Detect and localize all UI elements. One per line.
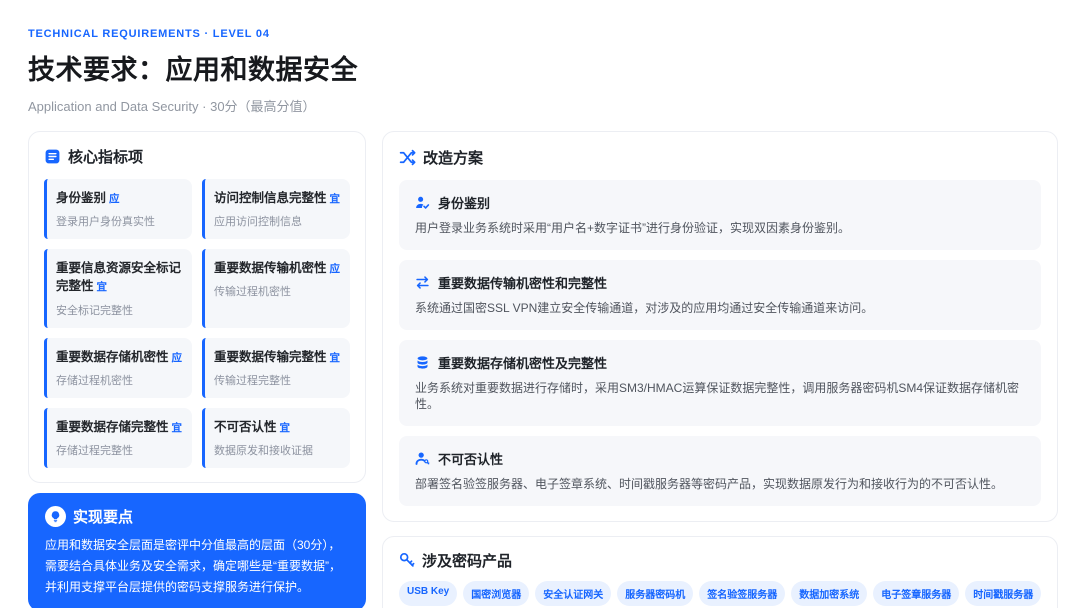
indicator-item: 重要信息资源安全标记完整性宜 安全标记完整性 bbox=[44, 249, 192, 328]
indicator-desc: 存储过程完整性 bbox=[56, 445, 133, 457]
indicator-title: 重要数据存储完整性宜 bbox=[56, 419, 183, 434]
indicator-tag: 宜 bbox=[329, 193, 341, 205]
solution-desc: 用户登录业务系统时采用“用户名+数字证书”进行身份验证，实现双因素身份鉴别。 bbox=[415, 221, 851, 235]
solution-title: 不可否认性 bbox=[438, 452, 504, 468]
lightbulb-icon bbox=[45, 506, 66, 527]
indicator-tag: 宜 bbox=[171, 421, 183, 434]
product-tag: 签名验签服务器 bbox=[699, 580, 786, 606]
key-points-card: 实现要点 应用和数据安全层面是密评中分值最高的层面（30分），需要结合具体业务及… bbox=[28, 493, 366, 608]
indicator-tag: 应 bbox=[109, 193, 120, 205]
indicator-tag: 宜 bbox=[329, 351, 341, 364]
indicator-title: 重要信息资源安全标记完整性宜 bbox=[56, 261, 182, 294]
indicator-item: 访问控制信息完整性宜 应用访问控制信息 bbox=[202, 179, 350, 240]
product-tag: 国密浏览器 bbox=[463, 580, 530, 606]
indicator-item: 重要数据存储完整性宜 存储过程完整性 bbox=[44, 407, 192, 468]
product-tag: 电子签章服务器 bbox=[873, 580, 960, 606]
solution-item: 不可否认性 部署签名验签服务器、电子签章系统、时间戳服务器等密码产品，实现数据原… bbox=[399, 436, 1042, 506]
indicator-title: 不可否认性宜 bbox=[214, 419, 291, 434]
solution-title: 重要数据传输机密性和完整性 bbox=[438, 275, 608, 291]
products-title: 涉及密码产品 bbox=[422, 552, 513, 570]
indicator-tag: 应 bbox=[171, 351, 183, 364]
indicator-desc: 应用访问控制信息 bbox=[214, 216, 302, 229]
indicator-desc: 存储过程机密性 bbox=[56, 374, 133, 387]
indicator-tag: 宜 bbox=[279, 421, 291, 434]
product-tag: 安全认证网关 bbox=[535, 580, 612, 606]
header: TECHNICAL REQUIREMENTS · LEVEL 04 技术要求：应… bbox=[28, 28, 1052, 115]
product-tag-row: USB Key 国密浏览器 安全认证网关 服务器密码机 签名验签服务器 数据加密… bbox=[399, 580, 1042, 606]
indicator-desc: 登录用户身份真实性 bbox=[56, 216, 155, 229]
indicator-title: 重要数据存储机密性应 bbox=[56, 349, 183, 364]
key-points-body: 应用和数据安全层面是密评中分值最高的层面（30分），需要结合具体业务及安全需求，… bbox=[45, 538, 341, 594]
right-column: 改造方案 身份鉴别 用户登录业务系统时采用“用户名+数字证书”进行身份验证，实现… bbox=[382, 131, 1059, 608]
indicator-title: 重要数据传输机密性应 bbox=[214, 261, 341, 276]
solution-item: 重要数据存储机密性及完整性 业务系统对重要数据进行存储时，采用SM3/HMAC运… bbox=[399, 339, 1042, 427]
product-tag: 数据加密系统 bbox=[791, 580, 868, 606]
solutions-title: 改造方案 bbox=[423, 150, 484, 167]
content-columns: 核心指标项 身份鉴别应 登录用户身份真实性 访问控制信息完整性宜 应用访问控制信… bbox=[28, 131, 1059, 608]
indicator-item: 重要数据传输完整性宜 传输过程完整性 bbox=[202, 337, 350, 398]
solution-title: 重要数据存储机密性及完整性 bbox=[438, 355, 608, 371]
products-header: 涉及密码产品 bbox=[399, 550, 1041, 571]
product-tag: USB Key bbox=[399, 580, 458, 606]
indicator-desc: 传输过程完整性 bbox=[214, 374, 291, 387]
solution-desc: 部署签名验签服务器、电子签章系统、时间戳服务器等密码产品，实现数据原发行为和接收… bbox=[415, 477, 1004, 492]
core-indicators-card: 核心指标项 身份鉴别应 登录用户身份真实性 访问控制信息完整性宜 应用访问控制信… bbox=[28, 131, 366, 483]
database-icon bbox=[415, 355, 430, 370]
shuffle-arrows-icon bbox=[399, 149, 416, 166]
left-column: 核心指标项 身份鉴别应 登录用户身份真实性 访问控制信息完整性宜 应用访问控制信… bbox=[28, 131, 366, 608]
solution-item: 身份鉴别 用户登录业务系统时采用“用户名+数字证书”进行身份验证，实现双因素身份… bbox=[399, 180, 1042, 250]
indicator-desc: 传输过程机密性 bbox=[214, 286, 291, 299]
indicator-item: 身份鉴别应 登录用户身份真实性 bbox=[44, 179, 192, 240]
page-subtitle: Application and Data Security · 30分（最高分值… bbox=[28, 99, 316, 114]
solution-desc: 业务系统对重要数据进行存储时，采用SM3/HMAC运算保证数据完整性，调用服务器… bbox=[415, 380, 1020, 412]
indicator-title: 访问控制信息完整性宜 bbox=[214, 191, 341, 205]
transfer-arrows-icon bbox=[415, 275, 430, 290]
solution-desc: 系统通过国密SSL VPN建立安全传输通道，对涉及的应用均通过安全传输通道来访问… bbox=[415, 300, 874, 315]
indicator-desc: 数据原发和接收证据 bbox=[214, 445, 313, 457]
user-check-icon bbox=[415, 195, 430, 210]
indicator-title: 重要数据传输完整性宜 bbox=[214, 349, 341, 364]
core-indicators-title: 核心指标项 bbox=[68, 149, 144, 166]
solutions-card: 改造方案 身份鉴别 用户登录业务系统时采用“用户名+数字证书”进行身份验证，实现… bbox=[382, 131, 1059, 522]
solutions-list: 身份鉴别 用户登录业务系统时采用“用户名+数字证书”进行身份验证，实现双因素身份… bbox=[399, 180, 1042, 506]
products-card: 涉及密码产品 USB Key 国密浏览器 安全认证网关 服务器密码机 签名验签服… bbox=[382, 535, 1059, 608]
solution-title: 身份鉴别 bbox=[438, 196, 491, 211]
slide: TECHNICAL REQUIREMENTS · LEVEL 04 技术要求：应… bbox=[0, 0, 1080, 608]
indicator-desc: 安全标记完整性 bbox=[56, 304, 133, 317]
eyebrow-label: TECHNICAL REQUIREMENTS · LEVEL 04 bbox=[28, 28, 270, 40]
indicator-item: 不可否认性宜 数据原发和接收证据 bbox=[202, 407, 350, 468]
list-icon bbox=[44, 148, 61, 165]
product-tag: 服务器密码机 bbox=[617, 580, 694, 606]
page-title: 技术要求：应用和数据安全 bbox=[28, 55, 358, 85]
key-icon bbox=[399, 552, 415, 568]
indicator-item: 重要数据存储机密性应 存储过程机密性 bbox=[44, 337, 192, 398]
user-key-icon bbox=[415, 451, 430, 466]
indicator-grid: 身份鉴别应 登录用户身份真实性 访问控制信息完整性宜 应用访问控制信息 重要信息… bbox=[44, 179, 350, 468]
indicator-tag: 应 bbox=[329, 263, 341, 276]
indicator-item: 重要数据传输机密性应 传输过程机密性 bbox=[202, 249, 350, 328]
indicator-title: 身份鉴别应 bbox=[56, 191, 120, 205]
solution-item: 重要数据传输机密性和完整性 系统通过国密SSL VPN建立安全传输通道，对涉及的… bbox=[399, 259, 1042, 330]
product-tag: 时间戳服务器 bbox=[965, 580, 1042, 606]
key-points-header: 实现要点 bbox=[45, 506, 349, 527]
indicator-tag: 宜 bbox=[96, 281, 108, 294]
core-indicators-header: 核心指标项 bbox=[44, 146, 350, 167]
solutions-header: 改造方案 bbox=[399, 147, 1041, 168]
key-points-title: 实现要点 bbox=[73, 509, 134, 526]
